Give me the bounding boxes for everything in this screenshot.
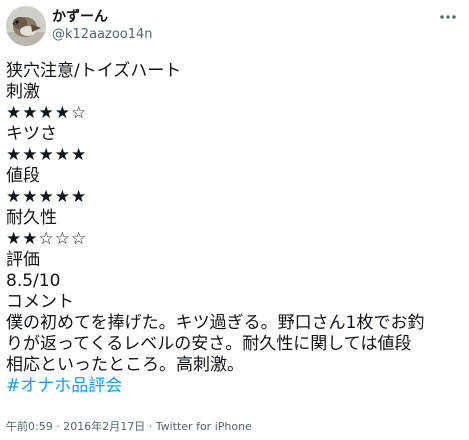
meta-separator: · [52,420,64,433]
durability-label: 耐久性 [6,208,57,228]
author-display-name[interactable]: かずーん [52,8,153,26]
product-title-line: 狭穴注意/トイズハート [6,61,182,81]
author-names: かずーん @k12aazoo14n [52,8,153,44]
tweet-date[interactable]: 2016年2月17日 [63,420,145,433]
stimulation-rating: ★★★★☆ [6,103,88,123]
more-dots-icon [440,15,456,19]
score-value: 8.5/10 [6,271,61,291]
tweet-source[interactable]: Twitter for iPhone [156,420,252,433]
meta-separator: · [145,420,156,433]
tweet-header: かずーん @k12aazoo14n [6,6,461,46]
avatar[interactable] [6,6,46,46]
comment-line-1: 僕の初めてを捧げた。キツ過ぎる。野口さん1枚でお釣 [6,313,425,333]
author-handle[interactable]: @k12aazoo14n [52,26,153,44]
tweet-card: かずーん @k12aazoo14n 狭穴注意/トイズハート 刺激 ★★★★☆ キ… [0,0,469,440]
tweet-text: 狭穴注意/トイズハート 刺激 ★★★★☆ キツさ ★★★★★ 値段 ★★★★★ … [6,61,464,397]
price-rating: ★★★★★ [6,187,88,207]
tweet-metadata: 午前0:59 · 2016年2月17日 · Twitter for iPhone [6,419,252,435]
durability-rating: ★★☆☆☆ [6,229,88,249]
tightness-label: キツさ [6,124,57,144]
bird-avatar-icon [6,6,46,46]
hashtag-line: #オナホ品評会 [6,376,464,397]
comment-line-3: 相応といったところ。高刺激。 [6,355,244,375]
stimulation-label: 刺激 [6,82,40,102]
comment-line-2: りが返ってくるレベルの安さ。耐久性に関しては値段 [6,334,412,354]
tightness-rating: ★★★★★ [6,145,88,165]
score-label: 評価 [6,250,40,270]
hashtag-link[interactable]: #オナホ品評会 [6,376,122,396]
tweet-time[interactable]: 午前0:59 [6,420,53,433]
comment-label: コメント [6,292,74,312]
price-label: 値段 [6,166,40,186]
more-options-button[interactable] [437,6,459,28]
